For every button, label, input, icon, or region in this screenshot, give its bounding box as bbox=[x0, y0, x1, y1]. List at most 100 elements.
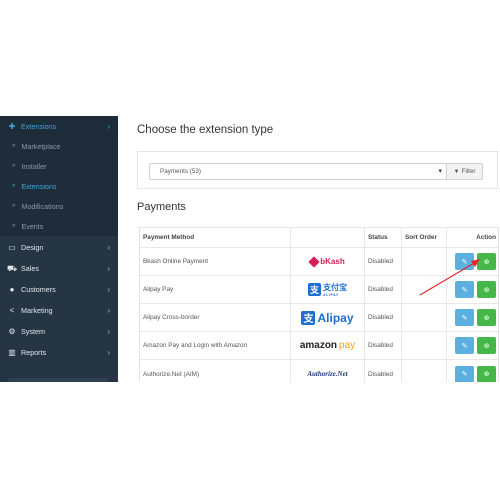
bullet-icon: » bbox=[12, 183, 16, 189]
payment-name: Amazon Pay and Login with Amazon bbox=[140, 332, 291, 359]
status-text: Disabled bbox=[365, 304, 402, 331]
chevron-right-icon: › bbox=[107, 348, 110, 357]
monitor-icon: ▭ bbox=[8, 243, 16, 252]
amazon-pay-logo: amazon pay bbox=[299, 340, 356, 351]
edit-button[interactable]: ✎ bbox=[455, 365, 474, 382]
filter-icon: ▼ bbox=[453, 168, 460, 175]
pencil-icon: ✎ bbox=[461, 286, 468, 294]
filter-button[interactable]: ▼ Filter bbox=[447, 163, 483, 180]
edit-button[interactable]: ✎ bbox=[455, 281, 474, 298]
header-sort-order: Sort Order bbox=[402, 228, 447, 247]
payments-table: Payment Method Status Sort Order Action … bbox=[139, 227, 499, 382]
sidebar-item-design[interactable]: ▭ Design › bbox=[0, 237, 118, 258]
chevron-right-icon: › bbox=[107, 243, 110, 252]
extension-type-select[interactable]: Payments (53) ▾ bbox=[149, 163, 447, 180]
sort-order bbox=[402, 360, 447, 382]
payment-name: Bkash Online Payment bbox=[140, 248, 291, 275]
plus-circle-icon: ⊕ bbox=[483, 371, 490, 378]
bullet-icon: » bbox=[12, 143, 16, 149]
chevron-down-icon: ▾ bbox=[438, 168, 442, 175]
action-cell: ✎ ⊕ bbox=[447, 276, 500, 303]
app-frame: ✚ Extensions › » Marketplace » Installer »… bbox=[0, 116, 500, 382]
page-title: Choose the extension type bbox=[137, 124, 274, 136]
install-button[interactable]: ⊕ bbox=[477, 365, 496, 382]
plus-circle-icon: ⊕ bbox=[483, 314, 490, 322]
action-cell: ✎ ⊕ bbox=[447, 248, 500, 275]
status-text: Disabled bbox=[365, 276, 402, 303]
bar-chart-icon: ▥ bbox=[8, 348, 16, 357]
table-row: Authorize.Net (AIM) Authorize.Net Disabl… bbox=[140, 360, 498, 382]
table-row: Bkash Online Payment bKash Disabled ✎ ⊕ bbox=[140, 248, 498, 276]
sidebar: ✚ Extensions › » Marketplace » Installer »… bbox=[0, 116, 118, 382]
main-content: Choose the extension type Payments (53) … bbox=[126, 116, 500, 382]
status-text: Disabled bbox=[365, 360, 402, 382]
sidebar-item-sales[interactable]: ⛟ Sales › bbox=[0, 258, 118, 279]
bkash-logo: bKash bbox=[308, 255, 345, 268]
bullet-icon: » bbox=[12, 223, 16, 229]
bullet-icon: » bbox=[12, 203, 16, 209]
status-text: Disabled bbox=[365, 248, 402, 275]
sidebar-subitem-events[interactable]: » Events bbox=[0, 216, 118, 236]
alipay-logo: 支 Alipay bbox=[301, 310, 354, 325]
header-payment-method: Payment Method bbox=[140, 228, 291, 247]
header-action: Action bbox=[476, 234, 496, 241]
table-header-row: Payment Method Status Sort Order Action bbox=[140, 228, 498, 248]
plus-circle-icon: ⊕ bbox=[483, 258, 490, 266]
sidebar-subitem-modifications[interactable]: » Modifications bbox=[0, 196, 118, 216]
logo-cell: bKash bbox=[291, 248, 365, 275]
sidebar-subitem-marketplace[interactable]: » Marketplace bbox=[0, 136, 118, 156]
install-button[interactable]: ⊕ bbox=[477, 281, 496, 298]
header-logo bbox=[291, 228, 365, 247]
edit-button[interactable]: ✎ bbox=[455, 253, 474, 270]
payment-name: Alipay Pay bbox=[140, 276, 291, 303]
bullet-icon: » bbox=[12, 163, 16, 169]
edit-button[interactable]: ✎ bbox=[455, 309, 474, 326]
pencil-icon: ✎ bbox=[461, 371, 468, 378]
chevron-right-icon: › bbox=[107, 306, 110, 315]
sidebar-item-system[interactable]: ⚙ System › bbox=[0, 321, 118, 342]
chevron-right-icon: › bbox=[107, 285, 110, 294]
action-cell: ✎ ⊕ bbox=[447, 360, 500, 382]
sidebar-subitem-extensions[interactable]: » Extensions bbox=[0, 176, 118, 196]
cart-icon: ⛟ bbox=[7, 263, 18, 273]
edit-button[interactable]: ✎ bbox=[455, 337, 474, 354]
install-button[interactable]: ⊕ bbox=[477, 337, 496, 354]
table-row: Alipay Pay 支 支付宝 ALIPAY Disabled ✎ ⊕ bbox=[140, 276, 498, 304]
plus-circle-icon: ⊕ bbox=[483, 286, 490, 294]
plus-circle-icon: ⊕ bbox=[483, 342, 490, 350]
action-cell: ✎ ⊕ bbox=[447, 304, 500, 331]
sort-order bbox=[402, 304, 447, 331]
gear-icon: ⚙ bbox=[8, 327, 16, 336]
sort-order bbox=[402, 332, 447, 359]
install-button[interactable]: ⊕ bbox=[477, 253, 496, 270]
sort-order bbox=[402, 276, 447, 303]
section-title: Payments bbox=[137, 201, 186, 213]
logo-cell: amazon pay bbox=[291, 332, 365, 359]
sidebar-progress-block bbox=[8, 378, 108, 382]
table-row: Amazon Pay and Login with Amazon amazon p… bbox=[140, 332, 498, 360]
sidebar-item-customers[interactable]: ● Customers › bbox=[0, 279, 118, 300]
sidebar-item-marketing[interactable]: < Marketing › bbox=[0, 300, 118, 321]
pencil-icon: ✎ bbox=[461, 342, 468, 350]
chevron-down-icon: › bbox=[107, 122, 110, 131]
status-text: Disabled bbox=[365, 332, 402, 359]
puzzle-icon: ✚ bbox=[8, 122, 16, 131]
sidebar-item-extensions[interactable]: ✚ Extensions › bbox=[0, 116, 118, 137]
sidebar-item-reports[interactable]: ▥ Reports › bbox=[0, 342, 118, 363]
chevron-right-icon: › bbox=[107, 264, 110, 273]
action-cell: ✎ ⊕ bbox=[447, 332, 500, 359]
chevron-right-icon: › bbox=[107, 327, 110, 336]
sidebar-subitem-installer[interactable]: » Installer bbox=[0, 156, 118, 176]
table-row: Alipay Cross-border 支 Alipay Disabled ✎ ⊕ bbox=[140, 304, 498, 332]
authorize-net-logo: Authorize.Net bbox=[307, 370, 348, 378]
header-status: Status bbox=[365, 228, 402, 247]
logo-cell: 支 Alipay bbox=[291, 304, 365, 331]
payment-name: Authorize.Net (AIM) bbox=[140, 360, 291, 382]
share-icon: < bbox=[9, 306, 15, 315]
pencil-icon: ✎ bbox=[461, 258, 468, 266]
pencil-icon: ✎ bbox=[461, 314, 468, 322]
install-button[interactable]: ⊕ bbox=[477, 309, 496, 326]
payment-name: Alipay Cross-border bbox=[140, 304, 291, 331]
sort-order bbox=[402, 248, 447, 275]
filter-panel: Payments (53) ▾ ▼ Filter bbox=[137, 151, 498, 189]
